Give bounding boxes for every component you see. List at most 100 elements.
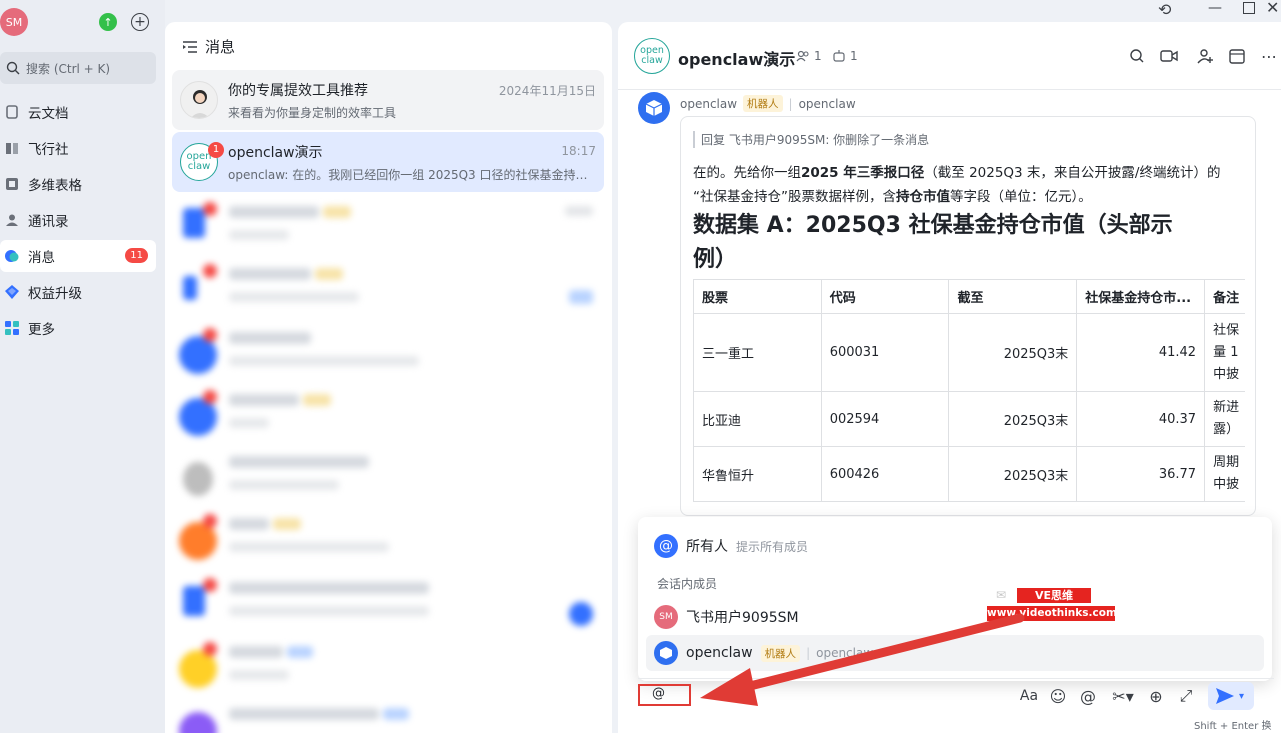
nav-item-feixingshe[interactable]: 飞行社 bbox=[0, 132, 156, 164]
annotation-arrow bbox=[700, 613, 1025, 706]
emoji-icon[interactable]: ☺ bbox=[1047, 685, 1069, 707]
table-header-cell: 代码 bbox=[820, 279, 950, 314]
message-bubble: 回复 飞书用户9095SM: 你删除了一条消息 在的。先给你一组2025 年三季… bbox=[680, 116, 1256, 516]
conversation-name: 你的专属提效工具推荐 bbox=[228, 83, 368, 99]
blurred-conversation-list bbox=[165, 194, 612, 733]
reply-quote[interactable]: 回复 飞书用户9095SM: 你删除了一条消息 bbox=[693, 131, 929, 148]
bot-count[interactable]: 1 bbox=[832, 49, 858, 63]
table-cell: 40.37 bbox=[1076, 391, 1206, 447]
watermark-title: VE思维 bbox=[1017, 588, 1091, 603]
nav-item-base[interactable]: 多维表格 bbox=[0, 168, 156, 200]
table-row: 三一重工 600031 2025Q3末 41.42 社保量 1 中披 bbox=[693, 313, 1245, 392]
messages-badge: 11 bbox=[125, 248, 148, 263]
message-icon bbox=[4, 248, 20, 264]
mention-all-hint: 提示所有成员 bbox=[736, 539, 809, 554]
data-table-wrapper[interactable]: 股票 代码 截至 社保基金持仓市... 备注 三一重工 600031 2025Q… bbox=[693, 279, 1245, 515]
mention-section-label: 会话内成员 bbox=[657, 577, 718, 591]
table-cell: 600031 bbox=[820, 313, 950, 392]
table-cell: 华鲁恒升 bbox=[693, 446, 822, 502]
video-call-icon[interactable] bbox=[1158, 45, 1180, 67]
table-cell: 002594 bbox=[820, 391, 950, 447]
nav-item-upgrade[interactable]: 权益升级 bbox=[0, 276, 156, 308]
mention-all-label: 所有人 bbox=[686, 539, 728, 555]
add-member-icon[interactable] bbox=[1194, 45, 1216, 67]
conversation-item-openclaw[interactable]: open claw 1 openclaw演示 18:17 openclaw: 在的… bbox=[172, 132, 604, 192]
calendar-icon[interactable] bbox=[1226, 45, 1248, 67]
table-cell: 周期 中披 bbox=[1204, 446, 1245, 502]
close-icon[interactable]: ✕ bbox=[1266, 0, 1279, 17]
nav-label: 飞行社 bbox=[28, 142, 69, 158]
conversation-preview: openclaw: 在的。我刚已经回你一组 2025Q3 口径的社保基金持仓..… bbox=[228, 168, 588, 182]
maximize-icon[interactable] bbox=[1243, 2, 1255, 14]
mail-icon: ✉ bbox=[996, 588, 1007, 602]
sender-name[interactable]: openclaw bbox=[680, 97, 737, 111]
more-apps-icon bbox=[4, 320, 20, 336]
user-avatar[interactable]: SM bbox=[0, 8, 28, 36]
table-row: 华鲁恒升 600426 2025Q3末 36.77 周期 中披 bbox=[693, 446, 1245, 502]
chat-search-icon[interactable] bbox=[1126, 45, 1148, 67]
data-table: 股票 代码 截至 社保基金持仓市... 备注 三一重工 600031 2025Q… bbox=[693, 279, 1245, 502]
nav-item-messages[interactable]: 消息 11 bbox=[0, 240, 156, 272]
newline-hint: Shift + Enter 换行 bbox=[1194, 721, 1272, 732]
table-cell: 比亚迪 bbox=[693, 391, 822, 447]
nav-label: 权益升级 bbox=[28, 286, 82, 302]
contacts-icon bbox=[4, 212, 20, 228]
left-nav: SM ↑ + 搜索 (Ctrl + K) 云文档 飞行社 多维表格 通讯录 消息… bbox=[0, 0, 165, 733]
mention-icon[interactable]: @ bbox=[1077, 685, 1099, 707]
screenshot-icon[interactable]: ✂▾ bbox=[1108, 685, 1138, 707]
search-icon bbox=[6, 61, 20, 75]
table-row: 比亚迪 002594 2025Q3末 40.37 新进 露） bbox=[693, 391, 1245, 447]
composer-input[interactable]: @ bbox=[652, 686, 665, 701]
docs-icon bbox=[4, 104, 20, 120]
send-options-icon[interactable]: ▾ bbox=[1239, 691, 1244, 702]
table-cell: 社保量 1 中披 bbox=[1204, 313, 1245, 392]
search-placeholder: 搜索 (Ctrl + K) bbox=[26, 61, 111, 76]
robot-icon bbox=[833, 50, 845, 62]
nav-item-docs[interactable]: 云文档 bbox=[0, 96, 156, 128]
member-avatar: SM bbox=[654, 605, 678, 629]
table-cell: 三一重工 bbox=[693, 313, 822, 392]
table-cell: 2025Q3末 bbox=[948, 391, 1078, 447]
cube-icon bbox=[645, 100, 663, 116]
conversation-item[interactable]: 你的专属提效工具推荐 2024年11月15日 来看看为你量身定制的效率工具 bbox=[172, 70, 604, 130]
nav-item-contacts[interactable]: 通讯录 bbox=[0, 204, 156, 236]
table-cell: 2025Q3末 bbox=[948, 313, 1078, 392]
list-menu-icon[interactable] bbox=[183, 40, 197, 53]
table-cell: 36.77 bbox=[1076, 446, 1206, 502]
members-value: 1 bbox=[814, 49, 822, 63]
table-cell: 新进 露） bbox=[1204, 391, 1245, 447]
bot-tag: 机器人 bbox=[743, 95, 783, 112]
table-header-cell: 备注 bbox=[1204, 279, 1245, 314]
table-header-cell: 社保基金持仓市... bbox=[1076, 279, 1206, 314]
unread-badge: 1 bbox=[208, 142, 224, 158]
minimize-icon[interactable]: — bbox=[1208, 0, 1224, 16]
table-cell: 2025Q3末 bbox=[948, 446, 1078, 502]
conversation-name: openclaw演示 bbox=[228, 145, 323, 161]
send-icon bbox=[1216, 688, 1234, 704]
nav-item-more[interactable]: 更多 bbox=[0, 312, 156, 344]
member-count[interactable]: 1 bbox=[796, 49, 822, 63]
search-input[interactable]: 搜索 (Ctrl + K) bbox=[0, 52, 156, 84]
table-header-cell: 股票 bbox=[693, 279, 822, 314]
members-icon bbox=[796, 50, 809, 62]
nav-label: 消息 bbox=[28, 250, 55, 266]
chat-avatar[interactable]: open claw bbox=[634, 38, 670, 74]
green-status-icon[interactable]: ↑ bbox=[99, 13, 117, 31]
expand-icon[interactable]: ⤢ bbox=[1175, 685, 1197, 707]
plus-icon[interactable]: ⊕ bbox=[1145, 685, 1167, 707]
conversation-time: 2024年11月15日 bbox=[498, 84, 596, 98]
bot-avatar[interactable] bbox=[638, 92, 670, 124]
message-text: 在的。先给你一组2025 年三季报口径（截至 2025Q3 末，来自公开披露/终… bbox=[693, 165, 1221, 205]
more-icon[interactable]: ⋯ bbox=[1258, 45, 1280, 67]
table-header-row: 股票 代码 截至 社保基金持仓市... 备注 bbox=[693, 279, 1245, 314]
conversation-list: 消息 你的专属提效工具推荐 2024年11月15日 来看看为你量身定制的效率工具… bbox=[165, 22, 612, 733]
nav-label: 多维表格 bbox=[28, 178, 82, 194]
add-icon[interactable]: + bbox=[131, 13, 149, 31]
history-icon[interactable]: ⟲ bbox=[1158, 0, 1178, 19]
base-icon bbox=[4, 176, 20, 192]
at-icon: @ bbox=[654, 534, 678, 558]
mention-all[interactable]: @ 所有人 提示所有成员 bbox=[646, 531, 1264, 561]
list-header: 消息 bbox=[183, 36, 235, 57]
send-button[interactable]: ▾ bbox=[1208, 682, 1254, 710]
book-icon bbox=[4, 140, 20, 156]
